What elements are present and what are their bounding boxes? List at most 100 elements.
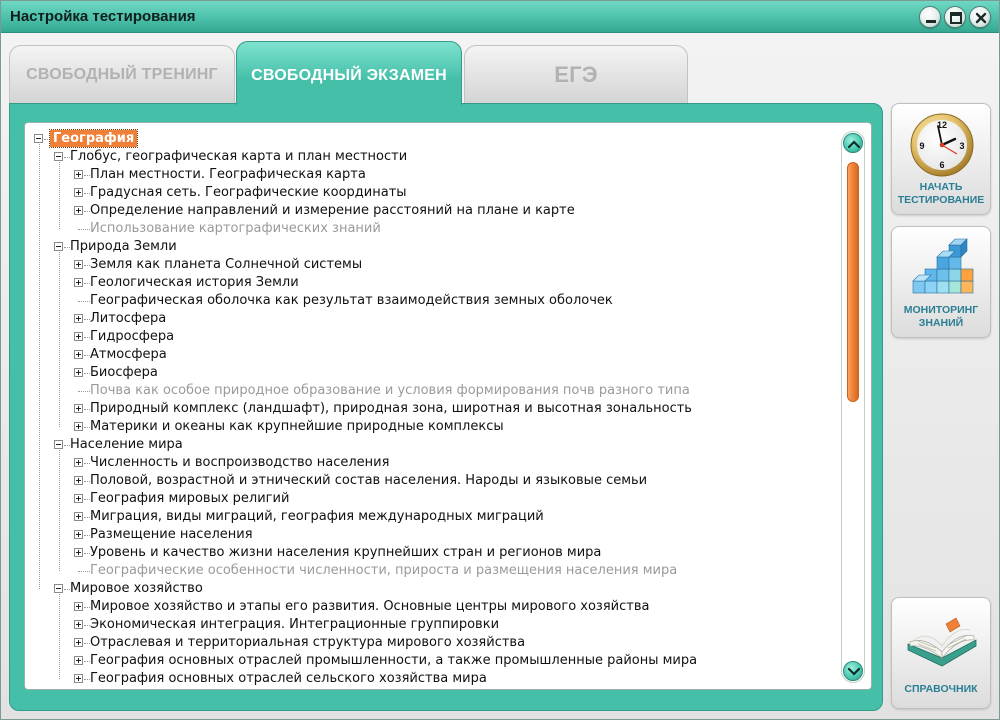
tree-topic-item[interactable]: Литосфера bbox=[25, 310, 830, 328]
expand-icon[interactable] bbox=[74, 170, 83, 179]
reference-label: СПРАВОЧНИК bbox=[904, 683, 978, 695]
maximize-button[interactable] bbox=[944, 6, 966, 28]
window-title: Настройка тестирования bbox=[10, 8, 196, 25]
expand-icon[interactable] bbox=[74, 314, 83, 323]
vertical-scrollbar[interactable] bbox=[841, 131, 865, 683]
expand-icon[interactable] bbox=[74, 260, 83, 269]
expand-icon[interactable] bbox=[74, 512, 83, 521]
start-testing-button[interactable]: 12 3 6 9 НАЧАТЬ ТЕСТИРОВАНИЕ bbox=[891, 103, 991, 215]
chevron-down-icon bbox=[848, 667, 860, 676]
expand-icon[interactable] bbox=[74, 656, 83, 665]
app-window: Настройка тестирования СВОБОДНЫЙ ТРЕНИНГ… bbox=[0, 0, 1000, 720]
expand-icon[interactable] bbox=[74, 530, 83, 539]
collapse-icon[interactable] bbox=[54, 584, 63, 593]
clock-icon: 12 3 6 9 bbox=[910, 113, 974, 177]
tree-topic-item[interactable]: Размещение населения bbox=[25, 526, 830, 544]
tree-item-label: Миграция, виды миграций, география между… bbox=[90, 509, 544, 524]
tree-topic-item[interactable]: Географическая оболочка как результат вз… bbox=[25, 292, 830, 310]
tree-item-label: География основных отраслей сельского хо… bbox=[90, 671, 487, 686]
tree-item-label: Природный комплекс (ландшафт), природная… bbox=[90, 401, 692, 416]
tree-topic-item[interactable]: Определение направлений и измерение расс… bbox=[25, 202, 830, 220]
tree-topic-item[interactable]: Биосфера bbox=[25, 364, 830, 382]
open-book-icon bbox=[907, 617, 977, 667]
expand-icon[interactable] bbox=[74, 674, 83, 683]
knowledge-monitoring-button[interactable]: МОНИТОРИНГ ЗНАНИЙ bbox=[891, 226, 991, 338]
tree-section-item[interactable]: Природа Земли bbox=[25, 238, 830, 256]
tab-free-training[interactable]: СВОБОДНЫЙ ТРЕНИНГ bbox=[9, 45, 235, 103]
topic-tree: География Глобус, географическая карта и … bbox=[24, 122, 872, 690]
tree-topic-item[interactable]: Природный комплекс (ландшафт), природная… bbox=[25, 400, 830, 418]
tree-topic-item[interactable]: Градусная сеть. Географические координат… bbox=[25, 184, 830, 202]
tree-topic-item[interactable]: Земля как планета Солнечной системы bbox=[25, 256, 830, 274]
tree-rows: География Глобус, географическая карта и … bbox=[25, 129, 830, 688]
tab-ege[interactable]: ЕГЭ bbox=[464, 45, 688, 103]
close-button[interactable] bbox=[969, 6, 991, 28]
title-bar[interactable]: Настройка тестирования bbox=[1, 1, 999, 33]
tree-topic-item[interactable]: План местности. Географическая карта bbox=[25, 166, 830, 184]
expand-icon[interactable] bbox=[74, 404, 83, 413]
tree-item-label: Мировое хозяйство и этапы его развития. … bbox=[90, 599, 650, 614]
expand-icon[interactable] bbox=[74, 548, 83, 557]
tab-content-panel: География Глобус, географическая карта и … bbox=[9, 103, 883, 711]
expand-icon[interactable] bbox=[74, 422, 83, 431]
scroll-down-button[interactable] bbox=[843, 661, 863, 681]
tree-topic-item[interactable]: Атмосфера bbox=[25, 346, 830, 364]
tree-item-label: Численность и воспроизводство населения bbox=[90, 455, 390, 470]
expand-icon[interactable] bbox=[74, 368, 83, 377]
tree-item-label: Литосфера bbox=[90, 311, 167, 326]
expand-icon[interactable] bbox=[74, 206, 83, 215]
expand-icon[interactable] bbox=[74, 350, 83, 359]
collapse-icon[interactable] bbox=[54, 242, 63, 251]
expand-icon[interactable] bbox=[74, 602, 83, 611]
tree-guide-line bbox=[59, 450, 60, 571]
tree-topic-item[interactable]: Уровень и качество жизни населения крупн… bbox=[25, 544, 830, 562]
tree-topic-item[interactable]: География основных отраслей сельского хо… bbox=[25, 670, 830, 688]
minimize-button[interactable] bbox=[919, 6, 941, 28]
scroll-thumb[interactable] bbox=[847, 162, 859, 402]
tree-root-item[interactable]: География bbox=[25, 129, 830, 148]
expand-icon[interactable] bbox=[74, 638, 83, 647]
tree-item-label: План местности. Географическая карта bbox=[90, 167, 366, 182]
tree-topic-item[interactable]: Географические особенности численности, … bbox=[25, 562, 830, 580]
tree-item-label: Материки и океаны как крупнейшие природн… bbox=[90, 419, 504, 434]
tree-topic-item[interactable]: Использование картографических знаний bbox=[25, 220, 830, 238]
tree-topic-item[interactable]: Мировое хозяйство и этапы его развития. … bbox=[25, 598, 830, 616]
tree-section-item[interactable]: Глобус, географическая карта и план мест… bbox=[25, 148, 830, 166]
expand-icon[interactable] bbox=[74, 332, 83, 341]
expand-icon[interactable] bbox=[74, 188, 83, 197]
expand-icon[interactable] bbox=[74, 476, 83, 485]
reference-button[interactable]: СПРАВОЧНИК bbox=[891, 597, 991, 709]
scroll-up-button[interactable] bbox=[843, 133, 863, 153]
tree-topic-item[interactable]: Половой, возрастной и этнический состав … bbox=[25, 472, 830, 490]
tree-connector bbox=[78, 301, 90, 302]
tree-topic-item[interactable]: Геологическая история Земли bbox=[25, 274, 830, 292]
tree-item-label: Географические особенности численности, … bbox=[90, 563, 678, 578]
tree-connector bbox=[78, 571, 90, 572]
collapse-icon[interactable] bbox=[54, 440, 63, 449]
tree-item-label: Население мира bbox=[70, 437, 183, 452]
tree-topic-item[interactable]: Материки и океаны как крупнейшие природн… bbox=[25, 418, 830, 436]
tab-free-exam[interactable]: СВОБОДНЫЙ ЭКЗАМЕН bbox=[236, 41, 462, 105]
collapse-icon[interactable] bbox=[34, 134, 43, 143]
expand-icon[interactable] bbox=[74, 494, 83, 503]
tree-guide-line bbox=[59, 594, 60, 679]
tree-section-item[interactable]: Мировое хозяйство bbox=[25, 580, 830, 598]
expand-icon[interactable] bbox=[74, 458, 83, 467]
tree-item-label: Размещение населения bbox=[90, 527, 253, 542]
tree-topic-item[interactable]: Миграция, виды миграций, география между… bbox=[25, 508, 830, 526]
collapse-icon[interactable] bbox=[54, 152, 63, 161]
expand-icon[interactable] bbox=[74, 620, 83, 629]
svg-text:6: 6 bbox=[939, 160, 944, 170]
tree-topic-item[interactable]: Гидросфера bbox=[25, 328, 830, 346]
expand-icon[interactable] bbox=[74, 278, 83, 287]
tree-topic-item[interactable]: Экономическая интеграция. Интеграционные… bbox=[25, 616, 830, 634]
tree-topic-item[interactable]: География основных отраслей промышленнос… bbox=[25, 652, 830, 670]
tree-topic-item[interactable]: География мировых религий bbox=[25, 490, 830, 508]
tree-topic-item[interactable]: Отраслевая и территориальная структура м… bbox=[25, 634, 830, 652]
tree-topic-item[interactable]: Почва как особое природное образование и… bbox=[25, 382, 830, 400]
monitoring-label-2: ЗНАНИЙ bbox=[918, 317, 964, 329]
tree-topic-item[interactable]: Численность и воспроизводство населения bbox=[25, 454, 830, 472]
tree-item-label: Использование картографических знаний bbox=[90, 221, 381, 236]
maximize-icon bbox=[950, 12, 962, 24]
tree-section-item[interactable]: Население мира bbox=[25, 436, 830, 454]
